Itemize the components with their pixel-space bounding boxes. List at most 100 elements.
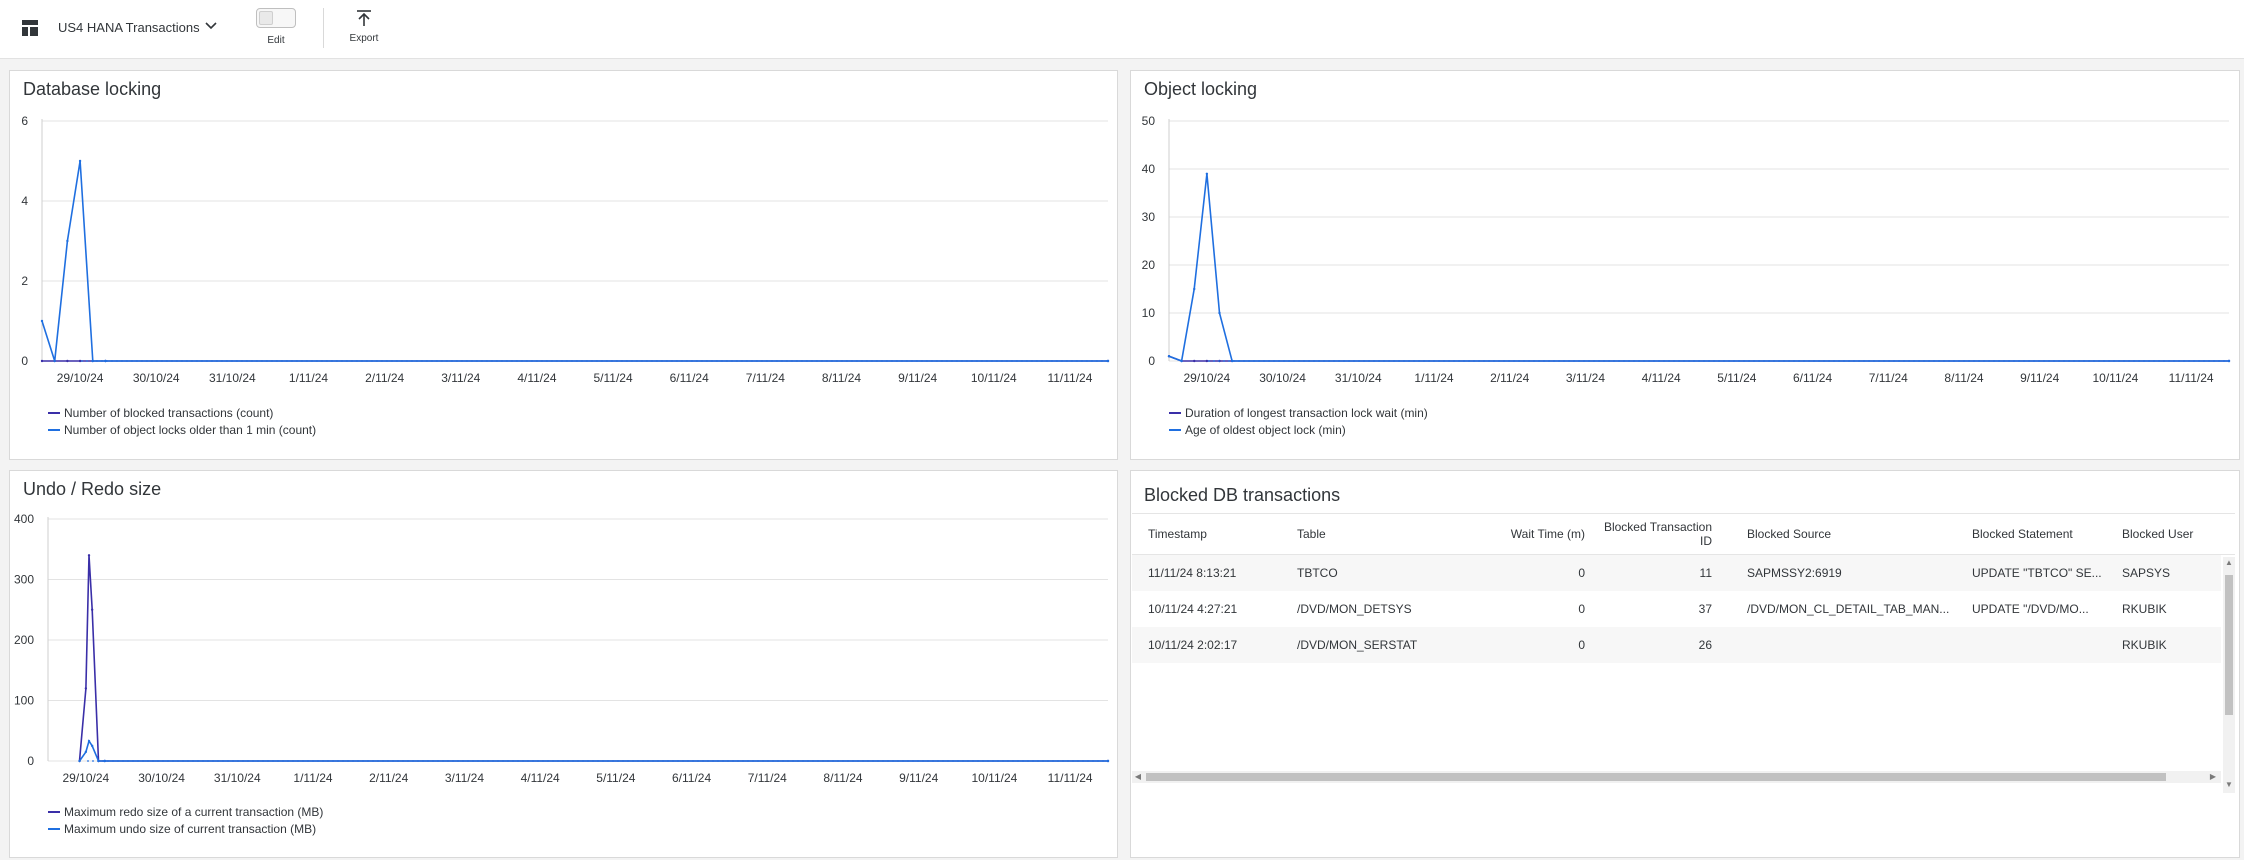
baseline-point <box>427 760 429 762</box>
cell-user: RKUBIK <box>2122 638 2167 652</box>
column-header-blocked-user[interactable]: Blocked User <box>2122 514 2222 554</box>
baseline-point <box>1868 360 1870 362</box>
edit-switch[interactable] <box>256 8 296 28</box>
column-header-blocked-source[interactable]: Blocked Source <box>1747 514 1947 554</box>
y-tick-label: 400 <box>14 512 34 526</box>
baseline-point <box>362 760 364 762</box>
baseline-point <box>992 760 994 762</box>
export-button[interactable]: Export <box>344 8 384 44</box>
cell-table: /DVD/MON_SERSTAT <box>1297 638 1418 652</box>
baseline-point <box>2138 360 2140 362</box>
scrollbar-thumb[interactable] <box>2225 575 2233 715</box>
baseline-point <box>181 360 183 362</box>
baseline-point <box>1973 360 1975 362</box>
baseline-point <box>592 760 594 762</box>
baseline-point <box>512 760 514 762</box>
baseline-point <box>837 760 839 762</box>
baseline-point <box>747 760 749 762</box>
baseline-point <box>616 360 618 362</box>
table-row[interactable]: 10/11/24 4:27:21 /DVD/MON_DETSYS 0 37 /D… <box>1132 591 2221 627</box>
data-point <box>78 359 82 363</box>
column-header-timestamp[interactable]: Timestamp <box>1148 514 1288 554</box>
x-tick-label: 31/10/24 <box>209 371 256 385</box>
baseline-point <box>327 760 329 762</box>
scroll-left-icon[interactable]: ◀ <box>1134 773 1142 781</box>
table-row[interactable]: 10/11/24 2:02:17 /DVD/MON_SERSTAT 0 26 R… <box>1132 627 2221 663</box>
baseline-point <box>437 760 439 762</box>
baseline-point <box>911 360 913 362</box>
x-tick-label: 6/11/24 <box>672 771 711 785</box>
baseline-point <box>266 360 268 362</box>
baseline-point <box>402 760 404 762</box>
baseline-point <box>1268 360 1270 362</box>
baseline-point <box>727 760 729 762</box>
scroll-down-icon[interactable]: ▼ <box>2225 781 2233 789</box>
baseline-point <box>936 360 938 362</box>
edit-toggle[interactable]: Edit <box>256 8 296 46</box>
horizontal-scrollbar[interactable]: ◀ ▶ <box>1132 771 2221 783</box>
baseline-point <box>472 760 474 762</box>
baseline-point <box>2033 360 2035 362</box>
column-header-wait-time[interactable]: Wait Time (m) <box>1462 514 1585 554</box>
baseline-point <box>2063 360 2065 362</box>
baseline-point <box>636 360 638 362</box>
x-tick-label: 1/11/24 <box>293 771 332 785</box>
baseline-point <box>527 760 529 762</box>
table-row[interactable]: 11/11/24 8:13:21 TBTCO 0 11 SAPMSSY2:691… <box>1132 555 2221 591</box>
panel-title: Blocked DB transactions <box>1144 485 1341 505</box>
baseline-point <box>147 760 149 762</box>
baseline-point <box>786 360 788 362</box>
baseline-point <box>297 760 299 762</box>
baseline-point <box>1693 360 1695 362</box>
baseline-point <box>401 360 403 362</box>
baseline-point <box>811 360 813 362</box>
vertical-scrollbar[interactable]: ▲ ▼ <box>2223 557 2235 793</box>
toolbar-divider <box>323 8 324 48</box>
scroll-up-icon[interactable]: ▲ <box>2225 559 2233 567</box>
baseline-point <box>882 760 884 762</box>
scrollbar-thumb[interactable] <box>1146 773 2166 781</box>
baseline-point <box>442 760 444 762</box>
baseline-point <box>1968 360 1970 362</box>
x-tick-label: 30/10/24 <box>133 371 180 385</box>
legend-label: Number of blocked transactions (count) <box>64 406 274 420</box>
baseline-point <box>1608 360 1610 362</box>
baseline-point <box>846 360 848 362</box>
column-header-blocked-statement[interactable]: Blocked Statement <box>1972 514 2112 554</box>
legend-item: Age of oldest object lock (min) <box>1169 423 1346 437</box>
baseline-point <box>131 360 133 362</box>
scroll-right-icon[interactable]: ▶ <box>2209 773 2217 781</box>
baseline-point <box>342 760 344 762</box>
baseline-point <box>1783 360 1785 362</box>
baseline-point <box>151 360 153 362</box>
baseline-point <box>791 360 793 362</box>
baseline-point <box>807 760 809 762</box>
baseline-point <box>647 760 649 762</box>
baseline-point <box>521 360 523 362</box>
baseline-point <box>156 360 158 362</box>
baseline-point <box>1428 360 1430 362</box>
y-tick-label: 0 <box>1148 354 1155 368</box>
baseline-point <box>611 360 613 362</box>
baseline-point <box>1493 360 1495 362</box>
baseline-point <box>1378 360 1380 362</box>
baseline-point <box>1092 760 1094 762</box>
chevron-down-icon[interactable] <box>203 18 219 34</box>
column-header-table[interactable]: Table <box>1297 514 1457 554</box>
cell-wait-time: 0 <box>1578 566 1585 580</box>
baseline-point <box>797 760 799 762</box>
baseline-point <box>1463 360 1465 362</box>
baseline-point <box>1728 360 1730 362</box>
baseline-point <box>1303 360 1305 362</box>
baseline-point <box>537 760 539 762</box>
baseline-point <box>241 360 243 362</box>
baseline-point <box>792 760 794 762</box>
column-header-blocked-transaction-id[interactable]: Blocked Transaction ID <box>1592 514 1712 554</box>
cell-statement: UPDATE "TBTCO" SE... <box>1972 566 2102 580</box>
baseline-point <box>582 760 584 762</box>
baseline-point <box>1398 360 1400 362</box>
baseline-point <box>1683 360 1685 362</box>
export-icon <box>357 10 371 26</box>
baseline-point <box>307 760 309 762</box>
baseline-point <box>1338 360 1340 362</box>
